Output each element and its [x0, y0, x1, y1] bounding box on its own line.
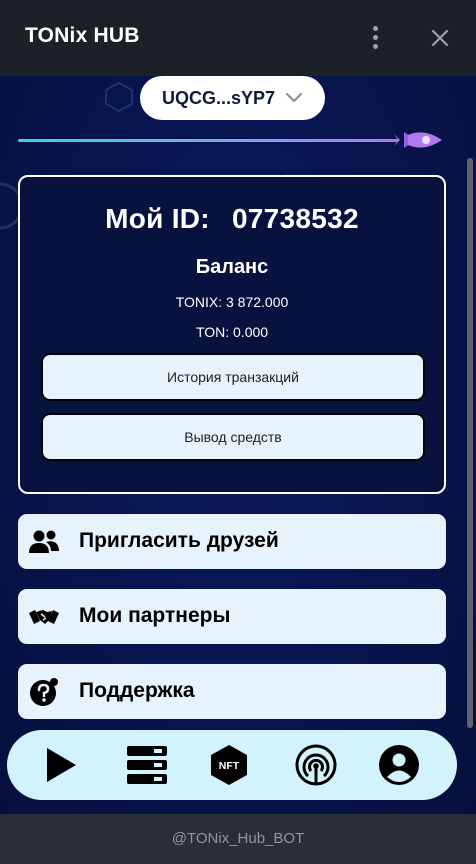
scrollbar[interactable]: [467, 158, 473, 728]
nav-broadcast[interactable]: [293, 742, 339, 788]
bottom-navigation: NFT: [7, 730, 457, 800]
nav-nft[interactable]: NFT: [206, 742, 252, 788]
my-partners-label: Мои партнеры: [79, 604, 231, 627]
chevron-down-icon: [285, 92, 303, 103]
my-id-label: Мой ID:: [105, 203, 210, 234]
handshake-icon: [29, 610, 59, 624]
users-icon: [29, 530, 59, 553]
nav-profile[interactable]: [376, 742, 422, 788]
broadcast-icon: [295, 744, 337, 786]
balance-title: Баланс: [195, 256, 269, 278]
nav-list[interactable]: [124, 742, 170, 788]
nav-play[interactable]: [37, 742, 83, 788]
nft-icon-text: NFT: [219, 760, 240, 772]
title-bar: TONix HUB: [0, 0, 476, 76]
progress-bar: [18, 139, 398, 142]
transaction-history-button[interactable]: История транзакций: [41, 353, 425, 401]
close-icon[interactable]: [424, 22, 456, 54]
my-id: Мой ID: 07738532: [20, 203, 444, 235]
ton-watermark-icon: [0, 182, 20, 230]
nft-watermark-icon: [105, 82, 133, 112]
rocket-icon: [394, 132, 442, 148]
support-label: Поддержка: [79, 679, 195, 702]
invite-friends-label: Пригласить друзей: [79, 529, 279, 552]
footer: @TONix_Hub_BOT: [0, 814, 476, 864]
wallet-selector[interactable]: UQCG...sYP7: [140, 76, 325, 120]
support-button[interactable]: Поддержка: [18, 664, 446, 719]
app-view: UQCG...sYP7 Мой ID: 07738532 Баланс TONIX…: [0, 76, 476, 814]
bot-username: @TONix_Hub_BOT: [171, 829, 305, 847]
my-id-value: 07738532: [231, 203, 359, 234]
more-vertical-icon[interactable]: [360, 22, 390, 52]
profile-icon: [379, 745, 419, 785]
balance-card: Мой ID: 07738532 Баланс TONIX: 3 872.000 …: [18, 175, 446, 494]
withdraw-button[interactable]: Вывод средств: [41, 413, 425, 461]
server-stack-icon: [127, 746, 167, 784]
tonix-balance: TONIX: 3 872.000: [175, 294, 289, 310]
app-title: TONix HUB: [25, 24, 140, 47]
support-icon: [30, 678, 58, 706]
nft-icon: NFT: [211, 745, 247, 785]
invite-friends-button[interactable]: Пригласить друзей: [18, 514, 446, 569]
my-partners-button[interactable]: Мои партнеры: [18, 589, 446, 644]
ton-balance: TON: 0.000: [195, 324, 269, 340]
play-icon: [47, 748, 76, 782]
wallet-address: UQCG...sYP7: [161, 87, 276, 108]
